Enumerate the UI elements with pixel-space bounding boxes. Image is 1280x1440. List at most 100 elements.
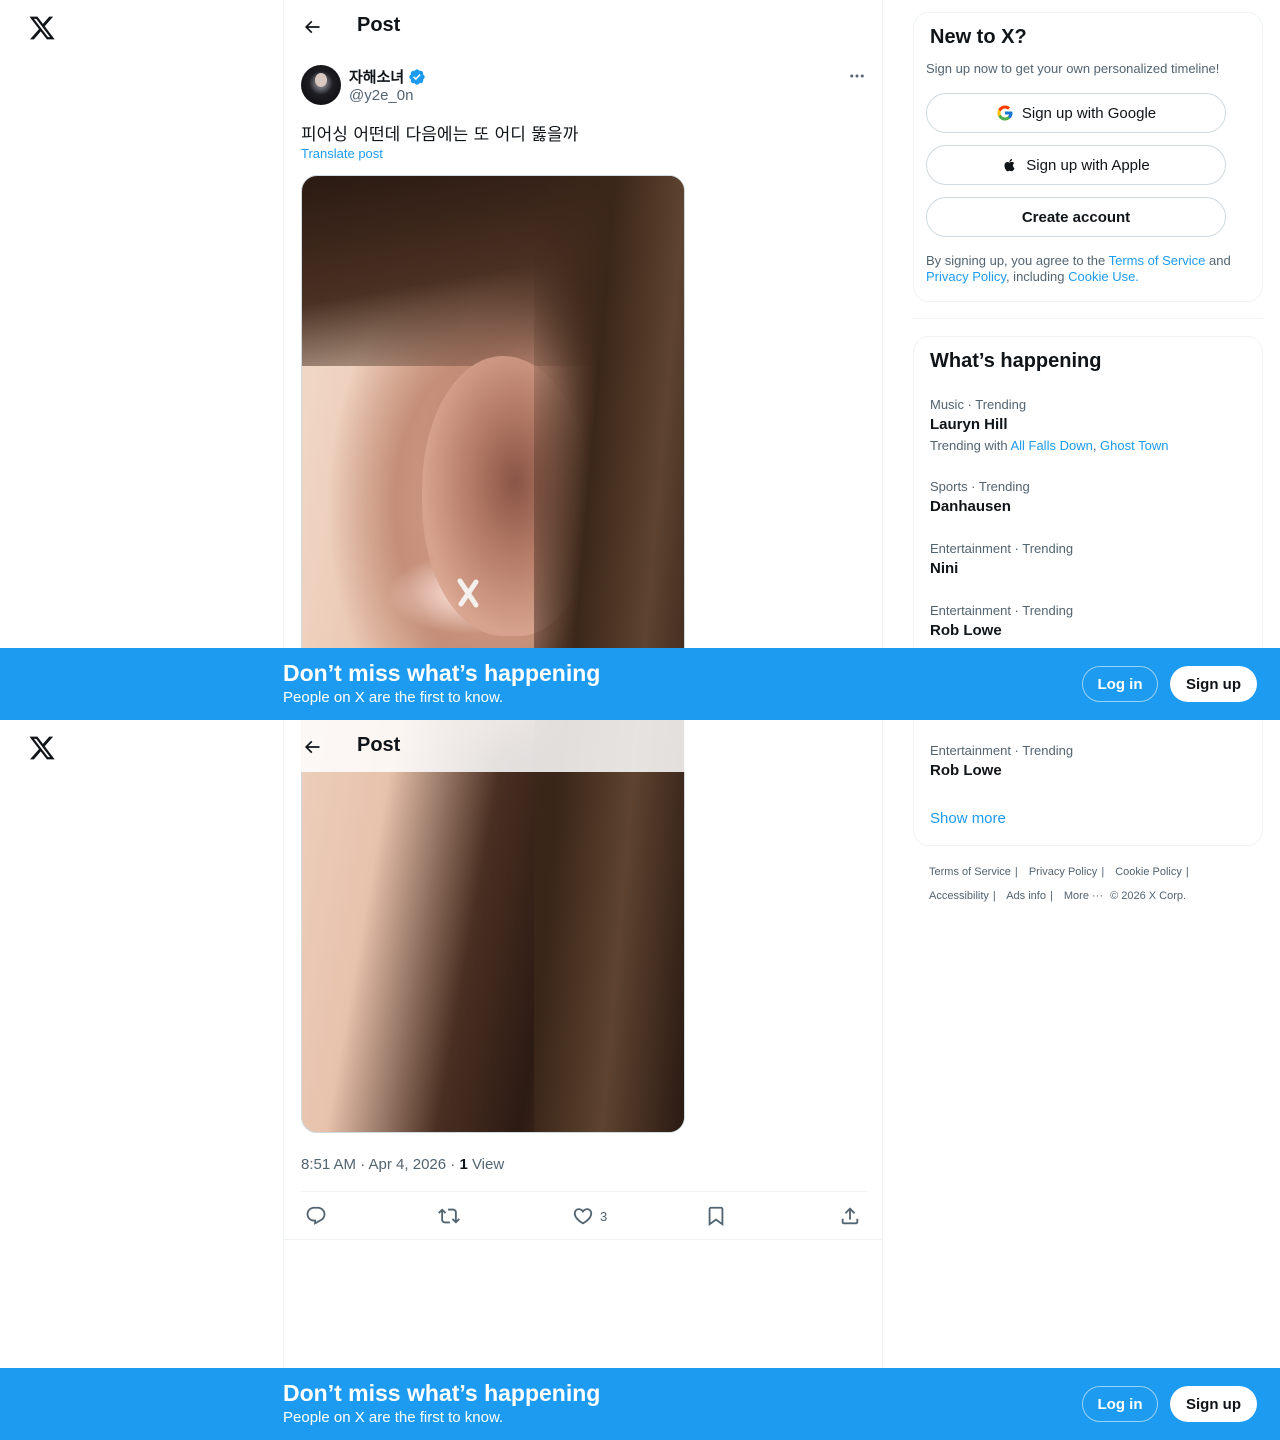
trend-name: Lauryn Hill	[930, 416, 1008, 433]
trend-with-sep: ,	[1092, 438, 1101, 453]
image-hair-right	[534, 720, 684, 1132]
trend-item[interactable]: Entertainment · Trending Rob Lowe	[930, 743, 1250, 779]
author-handle[interactable]: @y2e_0n	[349, 87, 413, 104]
login-button[interactable]: Log in	[1082, 1386, 1158, 1422]
trend-meta: Entertainment · Trending	[930, 603, 1074, 618]
author-name[interactable]: 자해소녀	[349, 66, 404, 87]
signup-button[interactable]: Sign up	[1170, 1386, 1257, 1422]
image-hair-right	[534, 176, 684, 720]
view-count: 1	[459, 1156, 468, 1173]
banner-subtitle: People on X are the first to know.	[283, 689, 504, 706]
create-account-button[interactable]: Create account	[926, 197, 1226, 237]
trend-meta: Entertainment · Trending	[930, 743, 1074, 758]
footer-terms[interactable]: Terms of Service	[929, 866, 1011, 878]
back-arrow-icon	[304, 20, 320, 34]
trend-with: Trending with All Falls Down, Ghost Town	[930, 438, 1250, 453]
post-text: 피어싱 어떤데 다음에는 또 어디 뚫을까	[301, 125, 579, 145]
trend-item[interactable]: Entertainment · Trending Rob Lowe	[930, 603, 1250, 639]
footer-copyright: © 2026 X Corp.	[1110, 890, 1187, 902]
back-arrow-icon	[304, 740, 320, 754]
signup-banner: Don’t miss what’s happening People on X …	[0, 1368, 1280, 1440]
page-title: Post	[357, 14, 401, 36]
back-button[interactable]	[298, 13, 326, 41]
signup-card: New to X? Sign up now to get your own pe…	[913, 12, 1263, 302]
trends-card: What’s happening Music · Trending Lauryn…	[913, 720, 1263, 846]
more-button[interactable]	[845, 66, 869, 86]
trend-name: Danhausen	[930, 498, 1011, 515]
post-header: Post	[284, 0, 882, 54]
footer-cookie[interactable]: Cookie Policy	[1115, 866, 1182, 878]
signup-title: New to X?	[930, 26, 1027, 48]
bookmark-icon	[708, 1206, 724, 1227]
like-icon	[573, 1208, 593, 1225]
trend-item[interactable]: Sports · Trending Danhausen	[930, 479, 1250, 515]
more-icon	[850, 74, 864, 78]
trend-meta: Music · Trending	[930, 397, 1027, 412]
login-button[interactable]: Log in	[1082, 666, 1158, 702]
signup-apple-label: Sign up with Apple	[1026, 156, 1150, 174]
apple-icon	[1004, 158, 1015, 172]
post-header: Post	[284, 720, 882, 772]
bookmark-button[interactable]	[705, 1204, 727, 1228]
repost-button[interactable]	[438, 1204, 460, 1228]
post-column: Post 자해소녀 @y2e_0n 피어싱 어떤데 다음에는 또 어디 뚫을까 …	[283, 0, 883, 720]
footer-ads[interactable]: Ads info	[1006, 890, 1046, 902]
trend-meta: Entertainment · Trending	[930, 541, 1074, 556]
post-image[interactable]	[301, 720, 685, 1133]
x-logo-icon[interactable]	[28, 734, 56, 762]
post-bottom-divider	[284, 1239, 882, 1240]
footer-privacy[interactable]: Privacy Policy	[1029, 866, 1097, 878]
show-more-link[interactable]: Show more	[930, 810, 1006, 827]
post-column: Post 8:51 AM · Apr 4, 2026 · 1 View 3	[283, 720, 883, 1440]
back-button[interactable]	[298, 733, 326, 761]
post-timestamp[interactable]: 8:51 AM · Apr 4, 2026 · 1 View	[301, 1156, 504, 1173]
privacy-link[interactable]: Privacy Policy	[926, 269, 1006, 284]
trend-item[interactable]: Music · Trending Lauryn Hill Trending wi…	[930, 397, 1250, 453]
banner-title: Don’t miss what’s happening	[283, 660, 601, 686]
create-account-label: Create account	[1021, 208, 1131, 226]
cookie-link[interactable]: Cookie Use.	[1068, 269, 1139, 284]
translate-post-link[interactable]: Translate post	[301, 146, 383, 161]
share-button[interactable]	[839, 1204, 861, 1228]
footer-accessibility[interactable]: Accessibility	[929, 890, 989, 902]
footer-sep: |	[1101, 866, 1105, 878]
signup-apple-button[interactable]: Sign up with Apple	[926, 145, 1226, 185]
like-count: 3	[600, 1208, 608, 1224]
footer-more[interactable]: More ···	[1064, 890, 1103, 902]
footer-sep: |	[1185, 866, 1189, 878]
reply-button[interactable]	[305, 1204, 327, 1228]
trends-title: What’s happening	[930, 350, 1102, 372]
trend-with-label: Trending with	[930, 438, 1011, 453]
trend-meta: Sports · Trending	[930, 479, 1030, 494]
legal-text-2: and	[1205, 253, 1231, 268]
view-label: View	[467, 1156, 505, 1173]
signup-button[interactable]: Sign up	[1170, 666, 1257, 702]
signup-google-label: Sign up with Google	[1021, 104, 1157, 122]
repost-icon	[438, 1208, 460, 1224]
verified-badge-icon[interactable]	[408, 68, 426, 86]
trend-name: Rob Lowe	[930, 622, 1002, 639]
google-icon	[997, 105, 1013, 121]
page-title: Post	[357, 734, 401, 756]
signup-subtitle: Sign up now to get your own personalized…	[926, 61, 1220, 76]
post-actions: 3	[301, 1192, 867, 1240]
post-time[interactable]: 8:51 AM · Apr 4, 2026 ·	[301, 1156, 459, 1173]
trend-item[interactable]: Entertainment · Trending Nini	[930, 541, 1250, 577]
reply-icon	[306, 1206, 326, 1225]
trend-with-link-2[interactable]: Ghost Town	[1100, 438, 1168, 453]
footer-sep: |	[1049, 890, 1053, 902]
like-button[interactable]: 3	[572, 1204, 607, 1228]
sidebar-divider	[913, 318, 1263, 319]
terms-link[interactable]: Terms of Service	[1109, 253, 1206, 268]
footer-links: Terms of Service | Privacy Policy | Cookie…	[929, 860, 1259, 908]
author-name-row[interactable]: 자해소녀	[349, 66, 426, 87]
x-logo-icon[interactable]	[28, 14, 56, 42]
share-icon	[841, 1207, 859, 1225]
trend-name: Nini	[930, 560, 959, 577]
post-image[interactable]	[301, 175, 685, 720]
footer-sep: |	[992, 890, 996, 902]
trend-with-link-1[interactable]: All Falls Down	[1010, 438, 1092, 453]
signup-google-button[interactable]: Sign up with Google	[926, 93, 1226, 133]
legal-text-3: , including	[1005, 269, 1069, 284]
author-avatar[interactable]	[301, 65, 341, 105]
